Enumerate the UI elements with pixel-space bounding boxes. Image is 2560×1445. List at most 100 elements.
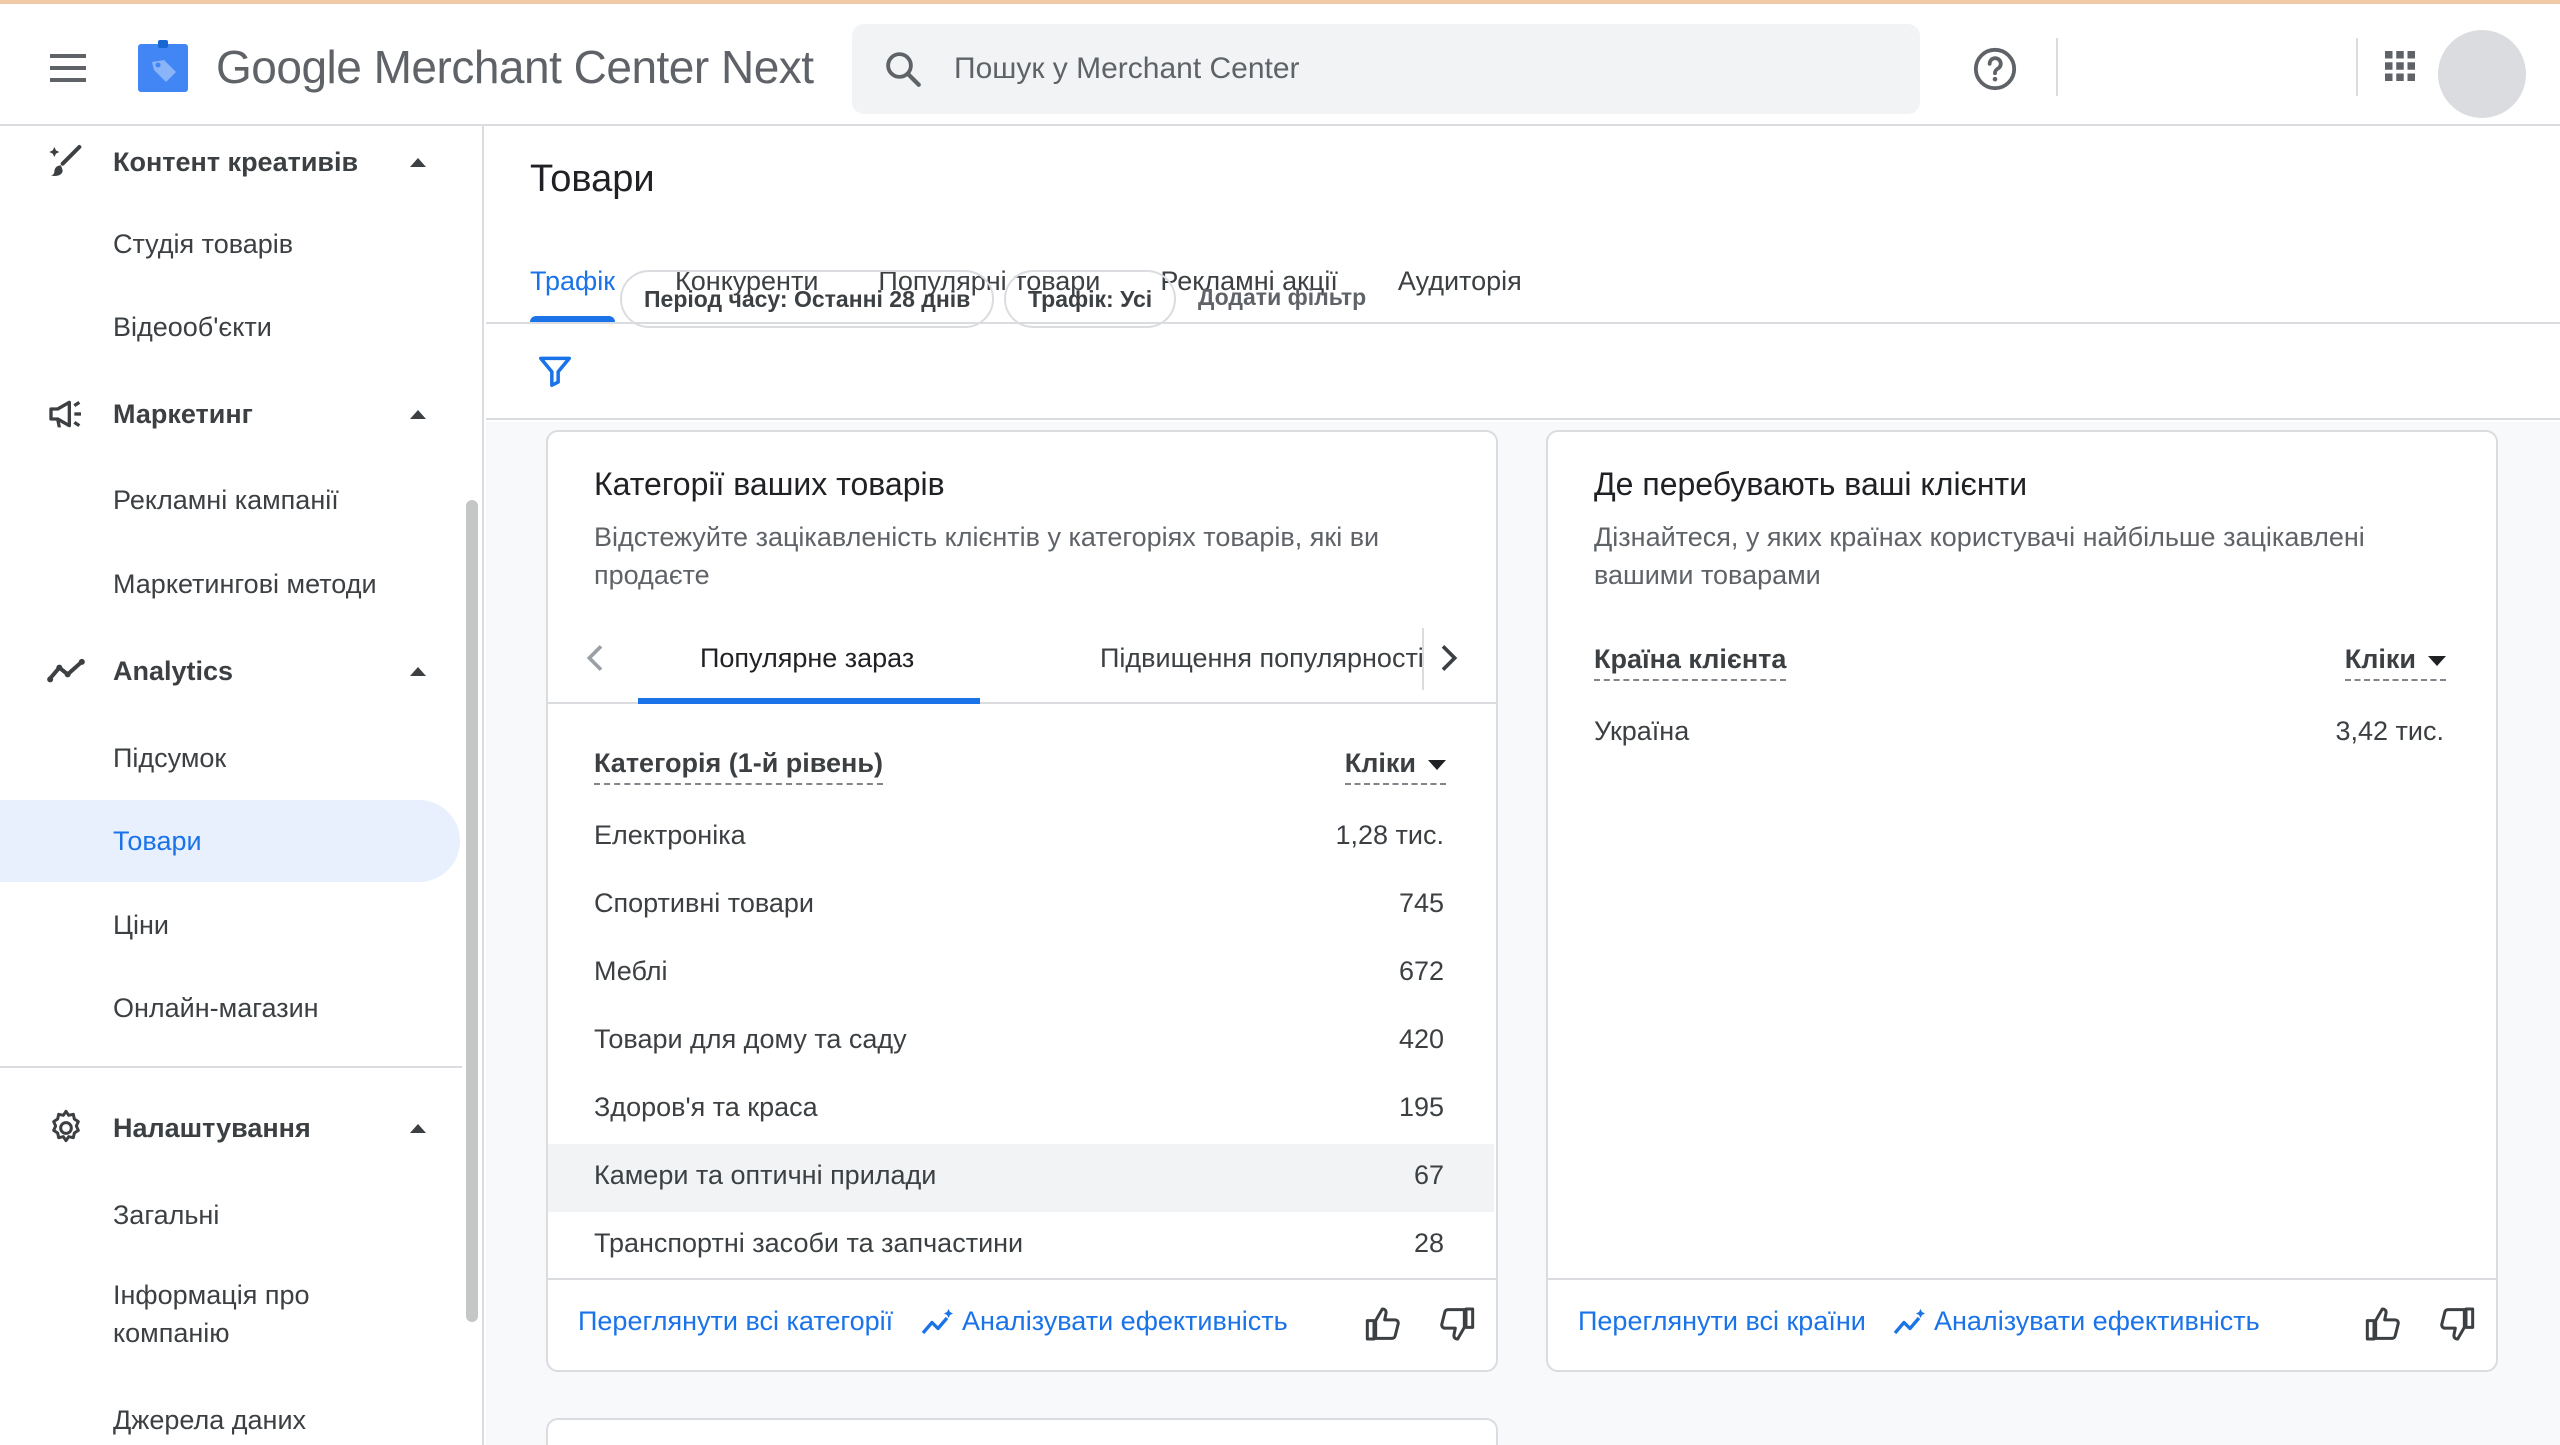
filter-bar xyxy=(486,324,2560,420)
sidebar-item-business-info[interactable]: Інформація про компанію xyxy=(0,1260,460,1368)
next-card-partial xyxy=(546,1418,1498,1445)
table-row[interactable]: Меблі 672 xyxy=(548,940,1494,1008)
thumbs-up-icon[interactable] xyxy=(1364,1304,1404,1344)
subtab-rising[interactable]: Підвищення популярності xyxy=(1100,612,1424,704)
chevron-left-icon[interactable] xyxy=(576,638,616,678)
category-clicks: 420 xyxy=(1398,1024,1444,1054)
category-name: Транспортні засоби та запчастини xyxy=(594,1228,1024,1258)
sidebar-nav: Контент креативів Студія товарів Відеооб… xyxy=(0,126,484,1445)
app-title: Google Merchant Center Next xyxy=(216,41,814,93)
country-clicks: 3,42 тис. xyxy=(2335,716,2444,746)
search-input[interactable] xyxy=(954,46,1854,92)
tab-traffic[interactable]: Трафік xyxy=(530,256,616,322)
table-row[interactable]: Камери та оптичні прилади 67 xyxy=(548,1144,1494,1212)
country-name: Україна xyxy=(1594,716,1690,746)
sort-desc-icon xyxy=(2428,655,2446,666)
tab-audience[interactable]: Аудиторія xyxy=(1398,256,1522,322)
sidebar-item-label: Маркетингові методи xyxy=(113,569,377,599)
column-header-clicks[interactable]: Кліки xyxy=(2344,644,2446,681)
column-header-country[interactable]: Країна клієнта xyxy=(1594,644,1787,681)
gear-icon xyxy=(44,1106,88,1150)
sidebar-item-label: Джерела даних xyxy=(113,1405,307,1435)
analyze-performance-link[interactable]: Аналізувати ефективність xyxy=(962,1306,1288,1337)
subtab-active-indicator xyxy=(638,698,980,704)
sidebar-item-product-studio[interactable]: Студія товарів xyxy=(0,203,460,285)
card-footer: Переглянути всі країни Аналізувати ефект… xyxy=(1548,1278,2496,1370)
sidebar-item-label: Інформація про компанію xyxy=(113,1280,310,1348)
sidebar-item-label: Онлайн-магазин xyxy=(113,993,319,1023)
filter-chip-period[interactable]: Період часу: Останні 28 днів xyxy=(620,270,995,328)
view-all-countries-link[interactable]: Переглянути всі країни xyxy=(1578,1306,1866,1337)
thumbs-down-icon[interactable] xyxy=(2436,1304,2476,1344)
collapse-caret-icon xyxy=(410,409,426,419)
filter-icon[interactable] xyxy=(536,352,574,390)
table-row[interactable]: Здоров'я та краса 195 xyxy=(548,1076,1494,1144)
sidebar-item-online-store[interactable]: Онлайн-магазин xyxy=(0,967,460,1049)
category-name: Спортивні товари xyxy=(594,888,814,918)
category-name: Камери та оптичні прилади xyxy=(594,1160,937,1190)
table-row[interactable]: Транспортні засоби та запчастини 28 xyxy=(548,1212,1494,1280)
subtab-trending-now[interactable]: Популярне зараз xyxy=(700,612,914,704)
card-subtitle: Дізнайтеся, у яких країнах користувачі н… xyxy=(1594,522,2365,590)
table-row[interactable]: Спортивні товари 745 xyxy=(548,872,1494,940)
sidebar-item-label: Рекламні кампанії xyxy=(113,485,339,515)
megaphone-icon xyxy=(44,392,88,436)
subtab-divider xyxy=(1422,628,1424,690)
sidebar-item-campaigns[interactable]: Рекламні кампанії xyxy=(0,459,460,541)
category-subtabs: Популярне зараз Підвищення популярності xyxy=(548,612,1496,704)
category-name: Товари для дому та саду xyxy=(594,1024,907,1054)
collapse-caret-icon xyxy=(410,157,426,167)
apps-grid-icon[interactable] xyxy=(2382,48,2418,84)
thumbs-up-icon[interactable] xyxy=(2364,1304,2404,1344)
sidebar-scrollbar[interactable] xyxy=(466,500,478,1322)
help-icon[interactable] xyxy=(1972,46,2018,92)
category-clicks: 1,28 тис. xyxy=(1335,820,1444,850)
sidebar-item-products[interactable]: Товари xyxy=(0,800,460,882)
creative-brush-icon xyxy=(44,140,88,184)
category-clicks: 28 xyxy=(1413,1228,1444,1258)
add-filter-button[interactable]: Додати фільтр xyxy=(1198,284,1366,311)
sidebar-section-marketing[interactable]: Маркетинг xyxy=(0,374,470,454)
search-bar[interactable] xyxy=(852,24,1920,114)
card-subtitle: Відстежуйте зацікавленість клієнтів у ка… xyxy=(594,522,1380,590)
analyze-performance-link[interactable]: Аналізувати ефективність xyxy=(1934,1306,2260,1337)
merchant-center-logo-icon xyxy=(134,38,192,96)
thumbs-down-icon[interactable] xyxy=(1436,1304,1476,1344)
sidebar-section-settings[interactable]: Налаштування xyxy=(0,1088,470,1168)
column-header-clicks[interactable]: Кліки xyxy=(1344,748,1446,785)
analytics-sparkle-icon xyxy=(921,1309,953,1335)
sidebar-item-prices[interactable]: Ціни xyxy=(0,884,460,966)
column-header-category[interactable]: Категорія (1-й рівень) xyxy=(594,748,883,785)
card-footer: Переглянути всі категорії Аналізувати еф… xyxy=(548,1278,1496,1370)
sidebar-item-summary[interactable]: Підсумок xyxy=(0,717,460,799)
sidebar-item-data-sources[interactable]: Джерела даних xyxy=(0,1379,460,1445)
main-menu-icon[interactable] xyxy=(44,44,92,92)
view-all-categories-link[interactable]: Переглянути всі категорії xyxy=(578,1306,893,1337)
category-clicks: 745 xyxy=(1398,888,1444,918)
table-row[interactable]: Україна 3,42 тис. xyxy=(1548,700,2494,768)
category-name: Здоров'я та краса xyxy=(594,1092,818,1122)
category-name: Меблі xyxy=(594,956,668,986)
page-title: Товари xyxy=(530,158,655,200)
main-content: Товари Трафік Конкуренти Популярні товар… xyxy=(486,126,2560,1445)
category-clicks: 195 xyxy=(1398,1092,1444,1122)
sidebar-item-marketing-methods[interactable]: Маркетингові методи xyxy=(0,543,460,625)
sidebar-item-label: Загальні xyxy=(113,1200,220,1230)
sort-desc-icon xyxy=(1428,759,1446,770)
sidebar-section-creative[interactable]: Контент креативів xyxy=(0,126,470,202)
column-header-label: Кліки xyxy=(1344,748,1416,778)
filter-chip-traffic[interactable]: Трафік: Усі xyxy=(1004,270,1177,328)
sidebar-item-video-assets[interactable]: Відеооб'єкти xyxy=(0,286,460,368)
search-icon xyxy=(886,52,921,87)
sidebar-section-analytics[interactable]: Analytics xyxy=(0,631,470,711)
chevron-right-icon[interactable] xyxy=(1428,638,1468,678)
analytics-sparkle-icon xyxy=(1893,1309,1925,1335)
sidebar-item-label: Товари xyxy=(113,826,202,856)
table-row[interactable]: Товари для дому та саду 420 xyxy=(548,1008,1494,1076)
header-divider xyxy=(2056,38,2058,96)
sidebar-section-label: Налаштування xyxy=(113,1112,311,1143)
account-avatar[interactable] xyxy=(2438,30,2526,118)
card-title: Категорії ваших товарів xyxy=(594,466,945,502)
table-row[interactable]: Електроніка 1,28 тис. xyxy=(548,804,1494,872)
sidebar-item-general[interactable]: Загальні xyxy=(0,1174,460,1256)
